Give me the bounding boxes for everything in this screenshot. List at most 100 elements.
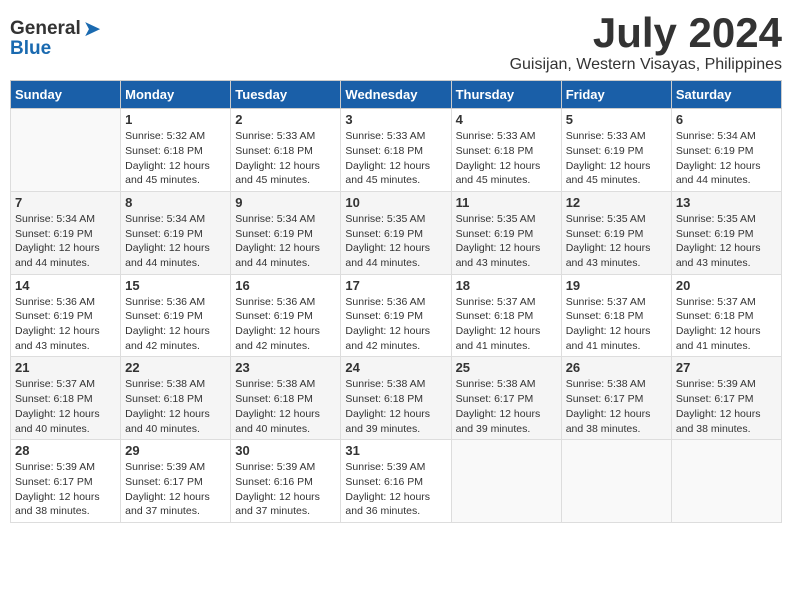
calendar-cell: 1Sunrise: 5:32 AMSunset: 6:18 PMDaylight… [121,109,231,192]
day-number: 22 [125,360,226,375]
day-number: 25 [456,360,557,375]
weekday-header-thursday: Thursday [451,81,561,109]
day-info: Sunrise: 5:37 AMSunset: 6:18 PMDaylight:… [15,377,116,436]
day-number: 20 [676,278,777,293]
day-info: Sunrise: 5:36 AMSunset: 6:19 PMDaylight:… [125,295,226,354]
calendar-cell: 9 Sunrise: 5:34 AMSunset: 6:19 PMDaylight… [231,191,341,274]
calendar-cell: 20 Sunrise: 5:37 AMSunset: 6:18 PMDayligh… [671,274,781,357]
day-info: Sunrise: 5:36 AMSunset: 6:19 PMDaylight:… [345,295,446,354]
day-info: Sunrise: 5:36 AMSunset: 6:19 PMDaylight:… [235,295,336,354]
logo: General ➤ Blue [10,10,101,60]
weekday-header-sunday: Sunday [11,81,121,109]
calendar-cell: 28 Sunrise: 5:39 AMSunset: 6:17 PMDayligh… [11,440,121,523]
day-info: Sunrise: 5:39 AMSunset: 6:16 PMDaylight:… [235,460,336,519]
day-info: Sunrise: 5:39 AMSunset: 6:17 PMDaylight:… [676,377,777,436]
week-row-2: 7 Sunrise: 5:34 AMSunset: 6:19 PMDaylight… [11,191,782,274]
day-info: Sunrise: 5:39 AMSunset: 6:17 PMDaylight:… [125,460,226,519]
day-number: 28 [15,443,116,458]
calendar-cell: 31 Sunrise: 5:39 AMSunset: 6:16 PMDayligh… [341,440,451,523]
calendar-cell: 22 Sunrise: 5:38 AMSunset: 6:18 PMDayligh… [121,357,231,440]
day-number: 19 [566,278,667,293]
day-info: Sunrise: 5:33 AMSunset: 6:18 PMDaylight:… [345,129,446,188]
calendar-cell: 11Sunrise: 5:35 AMSunset: 6:19 PMDayligh… [451,191,561,274]
day-number: 13 [676,195,777,210]
day-number: 4 [456,112,557,127]
day-number: 27 [676,360,777,375]
logo-blue: Blue [10,38,51,60]
day-info: Sunrise: 5:37 AMSunset: 6:18 PMDaylight:… [676,295,777,354]
day-info: Sunrise: 5:38 AMSunset: 6:18 PMDaylight:… [125,377,226,436]
weekday-header-row: SundayMondayTuesdayWednesdayThursdayFrid… [11,81,782,109]
calendar-cell: 7 Sunrise: 5:34 AMSunset: 6:19 PMDaylight… [11,191,121,274]
day-info: Sunrise: 5:33 AMSunset: 6:18 PMDaylight:… [235,129,336,188]
day-info: Sunrise: 5:33 AMSunset: 6:19 PMDaylight:… [566,129,667,188]
day-number: 24 [345,360,446,375]
day-info: Sunrise: 5:38 AMSunset: 6:17 PMDaylight:… [566,377,667,436]
day-info: Sunrise: 5:34 AMSunset: 6:19 PMDaylight:… [235,212,336,271]
calendar-cell: 29 Sunrise: 5:39 AMSunset: 6:17 PMDayligh… [121,440,231,523]
day-number: 30 [235,443,336,458]
day-number: 7 [15,195,116,210]
day-number: 23 [235,360,336,375]
calendar-cell: 12 Sunrise: 5:35 AMSunset: 6:19 PMDayligh… [561,191,671,274]
calendar-cell: 10Sunrise: 5:35 AMSunset: 6:19 PMDayligh… [341,191,451,274]
calendar-cell: 18 Sunrise: 5:37 AMSunset: 6:18 PMDayligh… [451,274,561,357]
day-info: Sunrise: 5:38 AMSunset: 6:18 PMDaylight:… [235,377,336,436]
day-number: 9 [235,195,336,210]
day-number: 16 [235,278,336,293]
calendar-cell [561,440,671,523]
calendar-cell: 21 Sunrise: 5:37 AMSunset: 6:18 PMDayligh… [11,357,121,440]
day-number: 15 [125,278,226,293]
week-row-4: 21 Sunrise: 5:37 AMSunset: 6:18 PMDayligh… [11,357,782,440]
calendar-cell: 15 Sunrise: 5:36 AMSunset: 6:19 PMDayligh… [121,274,231,357]
weekday-header-wednesday: Wednesday [341,81,451,109]
calendar-cell [671,440,781,523]
weekday-header-friday: Friday [561,81,671,109]
day-info: Sunrise: 5:35 AMSunset: 6:19 PMDaylight:… [566,212,667,271]
calendar-cell: 3 Sunrise: 5:33 AMSunset: 6:18 PMDaylight… [341,109,451,192]
day-number: 1 [125,112,226,127]
calendar-table: SundayMondayTuesdayWednesdayThursdayFrid… [10,80,782,523]
logo-general: General [10,18,81,40]
day-number: 29 [125,443,226,458]
calendar-cell: 26 Sunrise: 5:38 AMSunset: 6:17 PMDayligh… [561,357,671,440]
day-info: Sunrise: 5:34 AMSunset: 6:19 PMDaylight:… [676,129,777,188]
calendar-cell: 14Sunrise: 5:36 AMSunset: 6:19 PMDayligh… [11,274,121,357]
calendar-cell: 30 Sunrise: 5:39 AMSunset: 6:16 PMDayligh… [231,440,341,523]
month-title: July 2024 [510,10,782,56]
day-info: Sunrise: 5:37 AMSunset: 6:18 PMDaylight:… [566,295,667,354]
calendar-cell: 16 Sunrise: 5:36 AMSunset: 6:19 PMDayligh… [231,274,341,357]
day-info: Sunrise: 5:33 AMSunset: 6:18 PMDaylight:… [456,129,557,188]
day-number: 21 [15,360,116,375]
calendar-cell: 25Sunrise: 5:38 AMSunset: 6:17 PMDayligh… [451,357,561,440]
calendar-cell: 24Sunrise: 5:38 AMSunset: 6:18 PMDayligh… [341,357,451,440]
day-info: Sunrise: 5:35 AMSunset: 6:19 PMDaylight:… [676,212,777,271]
calendar-cell: 27 Sunrise: 5:39 AMSunset: 6:17 PMDayligh… [671,357,781,440]
day-number: 11 [456,195,557,210]
day-number: 31 [345,443,446,458]
day-info: Sunrise: 5:36 AMSunset: 6:19 PMDaylight:… [15,295,116,354]
logo-bird-icon: ➤ [83,16,101,42]
calendar-cell: 6 Sunrise: 5:34 AMSunset: 6:19 PMDaylight… [671,109,781,192]
day-info: Sunrise: 5:37 AMSunset: 6:18 PMDaylight:… [456,295,557,354]
location: Guisijan, Western Visayas, Philippines [510,56,782,74]
calendar-cell: 4 Sunrise: 5:33 AMSunset: 6:18 PMDaylight… [451,109,561,192]
day-info: Sunrise: 5:34 AMSunset: 6:19 PMDaylight:… [15,212,116,271]
weekday-header-monday: Monday [121,81,231,109]
day-number: 18 [456,278,557,293]
day-info: Sunrise: 5:34 AMSunset: 6:19 PMDaylight:… [125,212,226,271]
day-number: 26 [566,360,667,375]
weekday-header-tuesday: Tuesday [231,81,341,109]
week-row-5: 28 Sunrise: 5:39 AMSunset: 6:17 PMDayligh… [11,440,782,523]
day-number: 5 [566,112,667,127]
calendar-cell: 17 Sunrise: 5:36 AMSunset: 6:19 PMDayligh… [341,274,451,357]
day-number: 17 [345,278,446,293]
day-number: 12 [566,195,667,210]
day-number: 6 [676,112,777,127]
day-info: Sunrise: 5:39 AMSunset: 6:17 PMDaylight:… [15,460,116,519]
calendar-cell: 19 Sunrise: 5:37 AMSunset: 6:18 PMDayligh… [561,274,671,357]
day-number: 2 [235,112,336,127]
day-info: Sunrise: 5:35 AMSunset: 6:19 PMDaylight:… [345,212,446,271]
day-number: 3 [345,112,446,127]
day-info: Sunrise: 5:39 AMSunset: 6:16 PMDaylight:… [345,460,446,519]
